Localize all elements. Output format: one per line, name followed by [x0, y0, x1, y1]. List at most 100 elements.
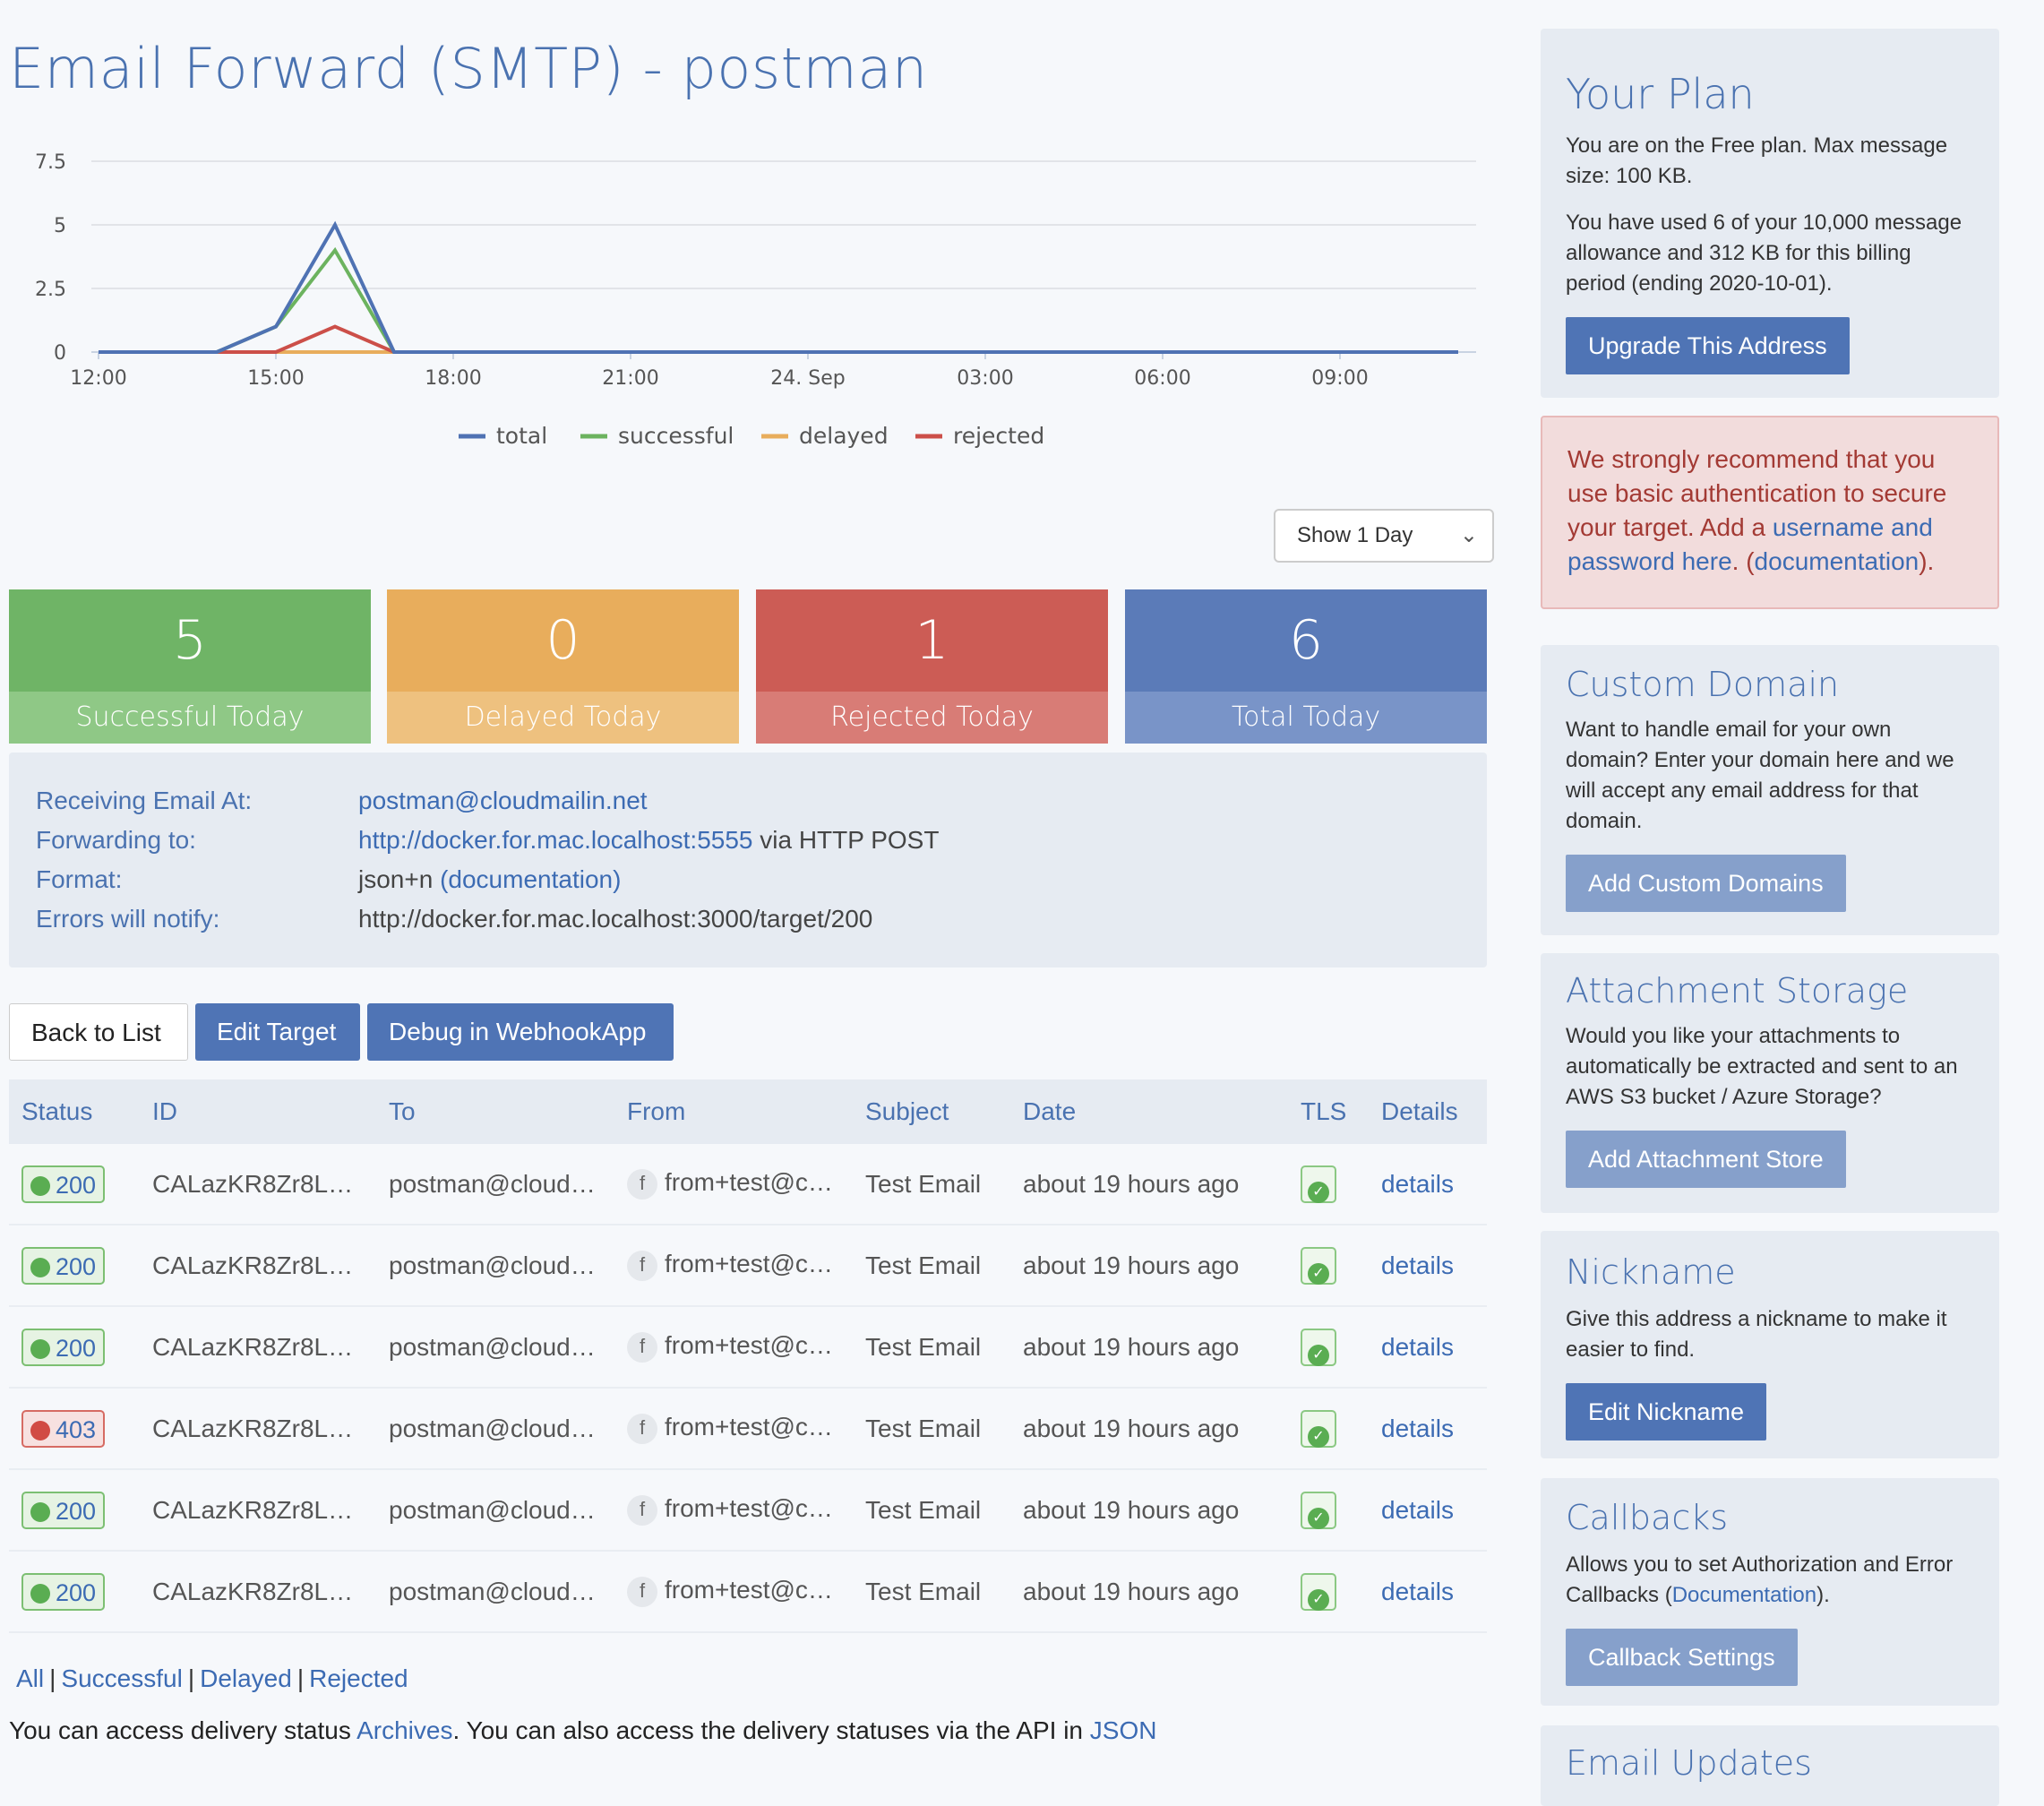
y-tick-label: 0 [54, 342, 66, 365]
details-link[interactable]: details [1381, 1333, 1454, 1361]
debug-webhookapp-button[interactable]: Debug in WebhookApp [367, 1003, 674, 1061]
alert-documentation-link[interactable]: documentation [1755, 547, 1919, 575]
x-tick-label: 03:00 [957, 367, 1013, 390]
stat-label: Successful Today [9, 692, 371, 744]
header-details[interactable]: Details [1369, 1079, 1487, 1144]
forwarding-method: via HTTP POST [752, 826, 940, 854]
stat-value: 5 [9, 589, 371, 692]
add-attachment-store-button[interactable]: Add Attachment Store [1566, 1131, 1846, 1188]
tls-badge: ✓ [1301, 1328, 1336, 1366]
status-badge[interactable]: 200 [21, 1328, 106, 1366]
status-code: 200 [56, 1334, 97, 1362]
table-row[interactable]: 403 CALazKR8Zr8L… postman@cloud… f from+test… [9, 1388, 1487, 1470]
x-tick-label: 18:00 [425, 367, 481, 390]
filter-delayed[interactable]: Delayed [200, 1664, 292, 1692]
range-select[interactable]: Show 1 Day ⌄ [1274, 509, 1494, 563]
y-tick-label: 7.5 [35, 151, 66, 174]
header-to[interactable]: To [376, 1079, 614, 1144]
subject-cell: Test Email [853, 1388, 1010, 1470]
from-cell: f from+test@c… [614, 1225, 853, 1307]
header-status[interactable]: Status [9, 1079, 140, 1144]
from-cell: f from+test@c… [614, 1306, 853, 1389]
status-badge[interactable]: 200 [21, 1246, 106, 1285]
attachment-storage-text: Would you like your attachments to autom… [1566, 1024, 1958, 1109]
add-custom-domains-button[interactable]: Add Custom Domains [1566, 855, 1846, 912]
status-filters: All | Successful | Delayed | Rejected [16, 1664, 408, 1693]
legend-label: delayed [799, 423, 889, 449]
filter-successful[interactable]: Successful [61, 1664, 182, 1692]
subject-cell: Test Email [853, 1306, 1010, 1389]
status-code: 200 [56, 1171, 97, 1199]
sender-avatar-icon: f [627, 1168, 657, 1200]
sender-avatar-icon: f [627, 1331, 657, 1363]
from-cell: f from+test@c… [614, 1469, 853, 1552]
date-cell: about 19 hours ago [1010, 1306, 1288, 1389]
callbacks-documentation-link[interactable]: Documentation [1672, 1583, 1816, 1607]
status-badge[interactable]: 403 [21, 1409, 106, 1448]
id-cell: CALazKR8Zr8L… [140, 1225, 376, 1307]
filter-all[interactable]: All [16, 1664, 44, 1692]
series-line-successful [99, 246, 1458, 354]
status-badge[interactable]: 200 [21, 1491, 106, 1529]
status-code: 200 [56, 1252, 97, 1280]
receiving-address-link[interactable]: postman@cloudmailin.net [358, 787, 648, 814]
upgrade-address-button[interactable]: Upgrade This Address [1566, 317, 1850, 374]
to-cell: postman@cloud… [376, 1225, 614, 1307]
id-cell: CALazKR8Zr8L… [140, 1306, 376, 1389]
edit-target-button[interactable]: Edit Target [195, 1003, 360, 1061]
chevron-down-icon: ⌄ [1459, 523, 1478, 547]
tls-badge: ✓ [1301, 1246, 1336, 1285]
status-dot-icon [30, 1501, 50, 1522]
y-tick-label: 2.5 [35, 279, 66, 301]
json-link[interactable]: JSON [1090, 1716, 1157, 1744]
archives-link[interactable]: Archives [356, 1716, 452, 1744]
table-row[interactable]: 200 CALazKR8Zr8L… postman@cloud… f from+test… [9, 1144, 1487, 1226]
details-cell: details [1369, 1551, 1487, 1633]
callbacks-text: Allows you to set Authorization and Erro… [1566, 1550, 1974, 1611]
status-dot-icon [30, 1175, 50, 1196]
callback-settings-button[interactable]: Callback Settings [1566, 1629, 1798, 1686]
custom-domain-text: Want to handle email for your own domain… [1566, 718, 1954, 833]
tls-cell: ✓ [1288, 1388, 1369, 1470]
header-subject[interactable]: Subject [853, 1079, 1010, 1144]
details-link[interactable]: details [1381, 1415, 1454, 1442]
attachment-storage-card: Attachment Storage Would you like your a… [1541, 953, 1999, 1213]
x-tick-label: 15:00 [247, 367, 304, 390]
table-row[interactable]: 200 CALazKR8Zr8L… postman@cloud… f from+test… [9, 1225, 1487, 1307]
tls-cell: ✓ [1288, 1144, 1369, 1226]
table-row[interactable]: 200 CALazKR8Zr8L… postman@cloud… f from+test… [9, 1469, 1487, 1552]
nickname-text: Give this address a nickname to make it … [1566, 1307, 1947, 1362]
table-row[interactable]: 200 CALazKR8Zr8L… postman@cloud… f from+test… [9, 1306, 1487, 1389]
details-link[interactable]: details [1381, 1496, 1454, 1524]
details-cell: details [1369, 1225, 1487, 1307]
header-from[interactable]: From [614, 1079, 853, 1144]
from-cell: f from+test@c… [614, 1388, 853, 1470]
details-link[interactable]: details [1381, 1578, 1454, 1605]
details-link[interactable]: details [1381, 1251, 1454, 1279]
status-badge[interactable]: 200 [21, 1165, 106, 1203]
from-address: from+test@c… [665, 1413, 833, 1441]
sender-avatar-icon: f [627, 1576, 657, 1607]
info-label: Format: [36, 865, 123, 893]
format-documentation-link[interactable]: (documentation) [440, 865, 621, 893]
tls-badge: ✓ [1301, 1165, 1336, 1203]
header-date[interactable]: Date [1010, 1079, 1288, 1144]
tls-badge: ✓ [1301, 1491, 1336, 1529]
forwarding-url-link[interactable]: http://docker.for.mac.localhost:5555 [358, 826, 752, 854]
series-line-rejected [99, 324, 1458, 354]
header-tls[interactable]: TLS [1288, 1079, 1369, 1144]
id-cell: CALazKR8Zr8L… [140, 1144, 376, 1226]
edit-nickname-button[interactable]: Edit Nickname [1566, 1383, 1767, 1440]
header-id[interactable]: ID [140, 1079, 376, 1144]
filter-rejected[interactable]: Rejected [309, 1664, 408, 1692]
subject-cell: Test Email [853, 1469, 1010, 1552]
back-to-list-button[interactable]: Back to List [9, 1003, 188, 1061]
table-row[interactable]: 200 CALazKR8Zr8L… postman@cloud… f from+test… [9, 1551, 1487, 1633]
status-badge[interactable]: 200 [21, 1572, 106, 1611]
page-title: Email Forward (SMTP) - postman [9, 36, 928, 101]
details-link[interactable]: details [1381, 1170, 1454, 1198]
auth-warning-alert: We strongly recommend that you use basic… [1541, 416, 1999, 609]
info-label: Receiving Email At: [36, 787, 253, 814]
x-tick-label: 24. Sep [770, 367, 845, 390]
callbacks-text-part: ). [1816, 1583, 1830, 1607]
